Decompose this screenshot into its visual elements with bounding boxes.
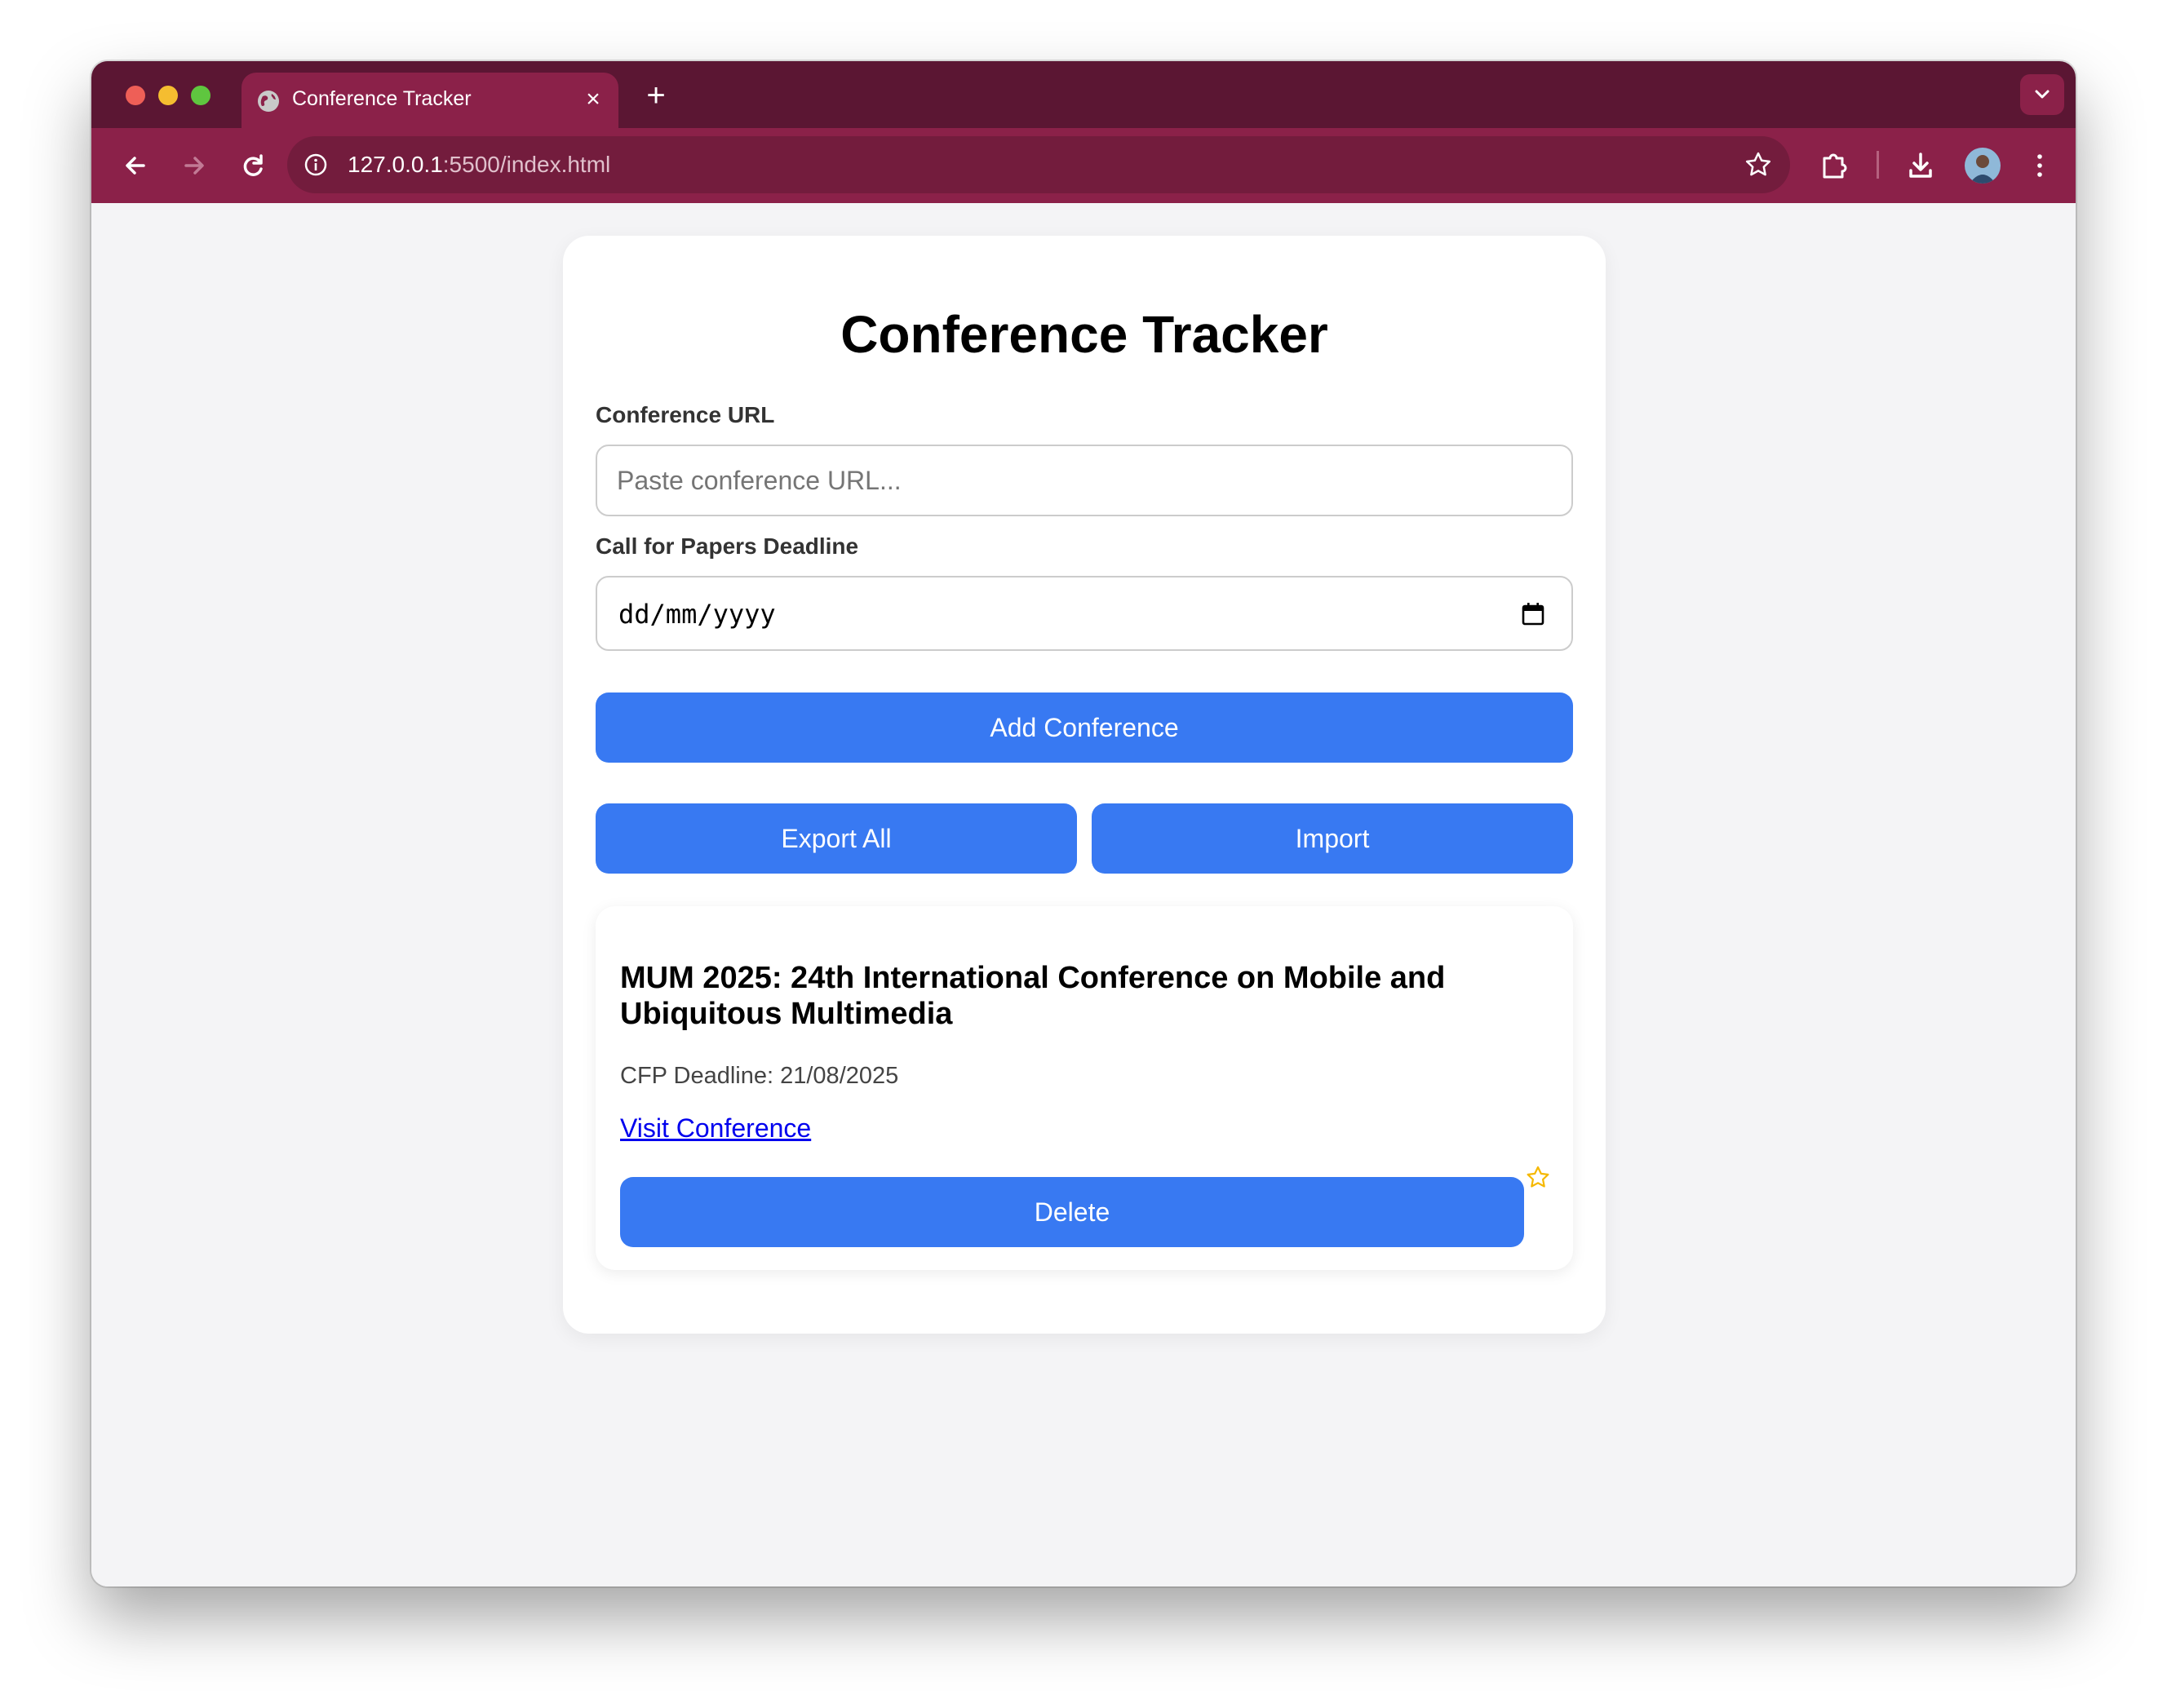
forward-icon[interactable] [173, 144, 215, 187]
add-conference-button[interactable]: Add Conference [596, 692, 1573, 763]
globe-icon [256, 89, 281, 113]
page-content: Conference Tracker Conference URL Call f… [91, 203, 2076, 1586]
close-tab-icon[interactable]: × [579, 86, 607, 113]
delete-button[interactable]: Delete [620, 1177, 1524, 1247]
kebab-menu-icon[interactable] [2019, 144, 2061, 187]
address-bar[interactable]: 127.0.0.1:5500/index.html [287, 136, 1790, 193]
browser-window: Conference Tracker × + 127.0.0.1:5500/in… [91, 61, 2076, 1586]
conference-deadline: CFP Deadline: 21/08/2025 [620, 1063, 899, 1089]
new-tab-icon[interactable]: + [640, 79, 672, 112]
download-icon[interactable] [1899, 144, 1942, 187]
tab-conference-tracker[interactable]: Conference Tracker × [242, 73, 618, 128]
url-text: 127.0.0.1:5500/index.html [348, 152, 611, 177]
page-title: Conference Tracker [840, 305, 1328, 364]
reload-icon[interactable] [232, 144, 274, 187]
conference-title: MUM 2025: 24th International Conference … [620, 961, 1446, 1031]
toolbar-divider [1877, 151, 1879, 179]
tab-search-button[interactable] [2020, 74, 2064, 115]
browser-toolbar: 127.0.0.1:5500/index.html [91, 128, 2076, 203]
tracker-card: Conference Tracker Conference URL Call f… [563, 236, 1606, 1334]
conference-item: MUM 2025: 24th International Conference … [596, 906, 1573, 1270]
close-window-button[interactable] [126, 86, 145, 105]
chevron-down-icon [2035, 90, 2050, 99]
conference-url-input[interactable] [596, 445, 1573, 516]
extensions-icon[interactable] [1813, 144, 1855, 187]
export-all-button[interactable]: Export All [596, 803, 1077, 874]
tab-title: Conference Tracker [292, 87, 472, 110]
back-icon[interactable] [114, 144, 157, 187]
date-placeholder: dd/mm/yyyy [618, 599, 776, 630]
url-label: Conference URL [596, 402, 775, 427]
favorite-star-icon[interactable] [1524, 1164, 1552, 1192]
import-button[interactable]: Import [1092, 803, 1573, 874]
calendar-icon[interactable] [1519, 600, 1547, 628]
deadline-label: Call for Papers Deadline [596, 533, 859, 559]
tab-bar: Conference Tracker × + [91, 61, 2076, 128]
visit-conference-link[interactable]: Visit Conference [620, 1113, 811, 1144]
deadline-date-input[interactable]: dd/mm/yyyy [596, 576, 1573, 651]
site-info-icon[interactable] [299, 148, 333, 182]
profile-avatar[interactable] [1965, 148, 2001, 184]
maximize-window-button[interactable] [191, 86, 210, 105]
bookmark-star-icon[interactable] [1743, 149, 1774, 180]
minimize-window-button[interactable] [158, 86, 178, 105]
